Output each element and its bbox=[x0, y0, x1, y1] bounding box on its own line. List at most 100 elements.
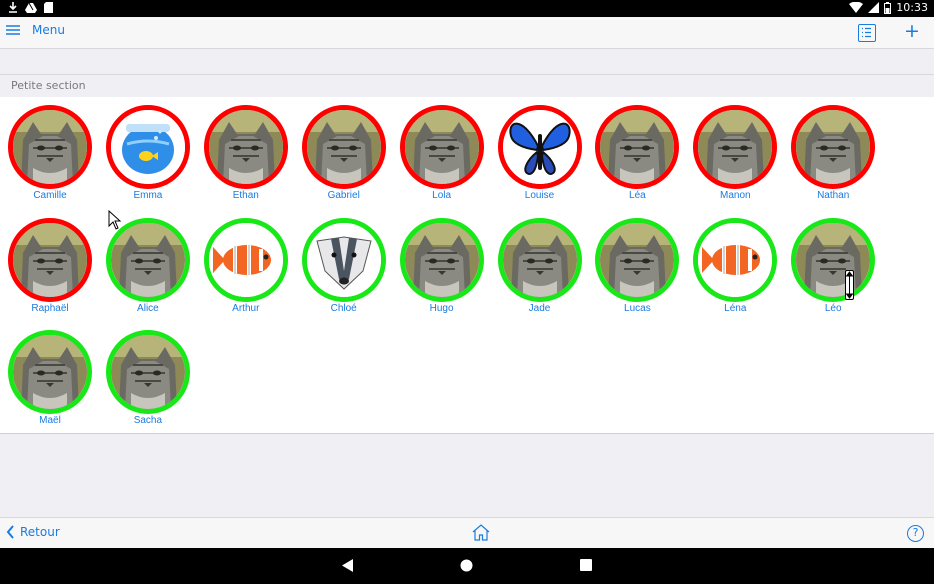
bottom-bar: Retour ? bbox=[0, 517, 934, 548]
menu-button[interactable]: Menu bbox=[6, 23, 65, 37]
cat-photo-icon bbox=[698, 110, 773, 184]
student-tile[interactable]: Léna bbox=[691, 217, 779, 314]
student-tile[interactable]: Raphaël bbox=[6, 217, 94, 314]
student-avatar bbox=[497, 217, 582, 302]
system-nav-bar bbox=[0, 548, 934, 584]
hamburger-icon bbox=[6, 25, 20, 35]
clownfish-icon bbox=[698, 222, 773, 297]
student-tile[interactable]: Gabriel bbox=[300, 105, 388, 201]
student-tile[interactable]: Hugo bbox=[398, 217, 486, 314]
plus-icon: + bbox=[904, 20, 920, 42]
home-icon bbox=[472, 524, 490, 541]
student-tile[interactable]: Sacha bbox=[104, 330, 192, 426]
student-name: Louise bbox=[524, 190, 555, 201]
student-avatar bbox=[203, 105, 288, 189]
cat-photo-icon bbox=[796, 110, 871, 184]
student-tile[interactable]: Ethan bbox=[202, 105, 290, 201]
student-avatar bbox=[105, 105, 190, 189]
student-name: Nathan bbox=[817, 190, 850, 201]
student-name: Lola bbox=[432, 190, 452, 201]
student-tile[interactable]: Léa bbox=[593, 105, 681, 201]
student-name: Lucas bbox=[624, 302, 651, 314]
student-tile[interactable]: Maël bbox=[6, 330, 94, 426]
student-tile[interactable]: Louise bbox=[496, 105, 584, 201]
sd-card-icon bbox=[44, 2, 53, 13]
cat-photo-icon bbox=[796, 222, 871, 297]
student-name: Chloé bbox=[330, 302, 357, 314]
student-name: Raphaël bbox=[31, 302, 69, 314]
student-name: Hugo bbox=[429, 302, 454, 314]
cat-photo-icon bbox=[404, 222, 479, 297]
student-tile[interactable]: Léo bbox=[789, 217, 877, 314]
list-icon bbox=[862, 27, 871, 38]
student-name: Camille bbox=[33, 190, 67, 201]
status-bar: 10:33 bbox=[0, 0, 934, 17]
back-triangle-icon[interactable] bbox=[342, 559, 354, 572]
badger-icon bbox=[306, 222, 381, 297]
drive-icon bbox=[25, 2, 37, 13]
list-view-button[interactable] bbox=[858, 24, 876, 42]
help-icon: ? bbox=[912, 526, 919, 539]
no-sim-icon bbox=[868, 2, 880, 13]
scroll-handle[interactable] bbox=[845, 270, 854, 300]
student-name: Léna bbox=[724, 302, 747, 314]
student-tile[interactable]: Lola bbox=[398, 105, 486, 201]
student-avatar bbox=[497, 105, 582, 189]
mouse-cursor-icon bbox=[108, 210, 122, 230]
student-tile[interactable]: Emma bbox=[104, 105, 192, 201]
battery-icon bbox=[884, 1, 892, 14]
wifi-icon bbox=[849, 2, 864, 13]
student-avatar bbox=[595, 217, 680, 302]
student-name: Léo bbox=[824, 302, 842, 314]
cat-photo-icon bbox=[13, 110, 87, 184]
top-app-bar: Menu + bbox=[0, 17, 934, 49]
cat-photo-icon bbox=[600, 222, 675, 297]
student-avatar bbox=[301, 105, 386, 189]
student-avatar bbox=[8, 217, 92, 302]
student-tile[interactable]: Manon bbox=[691, 105, 779, 201]
student-avatar bbox=[693, 105, 778, 189]
student-tile[interactable]: Nathan bbox=[789, 105, 877, 201]
student-avatar bbox=[8, 330, 92, 414]
fishbowl-icon bbox=[110, 110, 185, 184]
cat-photo-icon bbox=[13, 222, 87, 297]
student-avatar bbox=[105, 217, 190, 302]
download-icon bbox=[9, 2, 17, 13]
recents-square-icon[interactable] bbox=[580, 559, 592, 571]
student-tile[interactable]: Alice bbox=[104, 217, 192, 314]
student-tile[interactable]: Arthur bbox=[202, 217, 290, 314]
student-avatar bbox=[595, 105, 680, 189]
scroll-arrows-icon bbox=[845, 271, 854, 299]
help-button[interactable]: ? bbox=[907, 525, 924, 542]
cat-photo-icon bbox=[600, 110, 675, 184]
cat-photo-icon bbox=[502, 222, 577, 297]
home-button[interactable] bbox=[472, 524, 490, 545]
back-button[interactable]: Retour bbox=[6, 525, 60, 539]
student-avatar bbox=[791, 105, 876, 189]
home-circle-icon[interactable] bbox=[460, 559, 473, 572]
student-avatar bbox=[8, 105, 92, 189]
student-avatar bbox=[693, 217, 778, 302]
student-name: Sacha bbox=[133, 415, 163, 426]
student-name: Léa bbox=[629, 190, 646, 201]
student-tile[interactable]: Camille bbox=[6, 105, 94, 201]
student-tile[interactable]: Lucas bbox=[593, 217, 681, 314]
student-name: Arthur bbox=[232, 302, 260, 314]
cat-photo-icon bbox=[110, 222, 185, 297]
chevron-left-icon bbox=[6, 525, 14, 539]
cat-photo-icon bbox=[208, 110, 283, 184]
spacer-band bbox=[0, 50, 934, 75]
student-grid: Camille Emma Ethan Gabriel Lola Louise Léa Mano… bbox=[0, 97, 934, 434]
status-time: 10:33 bbox=[896, 1, 928, 14]
student-avatar bbox=[203, 217, 288, 302]
status-icons-left bbox=[8, 2, 53, 13]
cat-photo-icon bbox=[306, 110, 381, 184]
student-tile[interactable]: Jade bbox=[496, 217, 584, 314]
student-tile[interactable]: Chloé bbox=[300, 217, 388, 314]
student-avatar bbox=[105, 330, 190, 414]
student-name: Jade bbox=[528, 302, 551, 314]
student-avatar bbox=[791, 217, 876, 302]
butterfly-icon bbox=[502, 110, 577, 184]
student-avatar bbox=[399, 217, 484, 302]
add-button[interactable]: + bbox=[904, 20, 920, 42]
